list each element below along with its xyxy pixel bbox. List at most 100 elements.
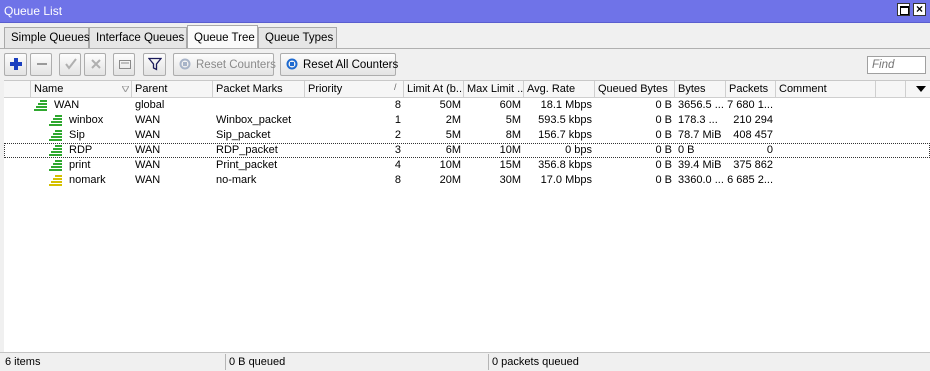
cell-packet-marks: Sip_packet (216, 129, 271, 141)
cell-priority: 3 (394, 144, 401, 156)
table-header: Name Parent Packet Marks Priority Limit … (4, 81, 930, 98)
comment-button[interactable] (113, 53, 135, 76)
cell-max-limit: 8M (505, 129, 521, 141)
disable-button[interactable] (84, 53, 106, 76)
header-queued-bytes[interactable]: Queued Bytes (595, 81, 675, 97)
cell-priority: 8 (394, 174, 401, 186)
cell-name: RDP (69, 144, 93, 156)
reset-all-counters-button[interactable]: Reset All Counters (280, 53, 399, 76)
cell-packet-marks: RDP_packet (216, 144, 278, 156)
cell-priority: 2 (394, 129, 401, 141)
cell-queued-bytes: 0 B (655, 99, 672, 111)
header-packet-marks[interactable]: Packet Marks (213, 81, 305, 97)
header-filler (876, 81, 906, 97)
cell-limit-at: 6M (445, 144, 461, 156)
remove-button[interactable] (30, 53, 52, 76)
cell-parent: WAN (135, 174, 161, 186)
filter-icon (148, 57, 162, 71)
reset-all-counters-label: Reset All Counters (303, 59, 399, 71)
cell-packets: 375 862 (733, 159, 773, 171)
cell-limit-at: 5M (445, 129, 461, 141)
cell-priority: 4 (394, 159, 401, 171)
status-queued-bytes: 0 B queued (229, 356, 286, 368)
status-divider (488, 354, 489, 370)
cell-parent: WAN (135, 114, 161, 126)
filter-button[interactable] (143, 53, 166, 76)
queue-green-icon (49, 130, 62, 141)
enable-button[interactable] (59, 53, 81, 76)
maximize-button[interactable] (897, 3, 910, 16)
header-name[interactable]: Name (31, 81, 132, 97)
status-divider (225, 354, 226, 370)
cell-queued-bytes: 0 B (655, 114, 672, 126)
queue-table: Name Parent Packet Marks Priority Limit … (4, 80, 930, 352)
plus-icon (10, 58, 22, 70)
table-row[interactable]: nomark WAN no-mark 8 20M 30M 17.0 Mbps 0 B 3360.… (4, 173, 930, 188)
cell-comment (776, 173, 876, 188)
table-row[interactable]: WAN global 8 50M 60M 18.1 Mbps 0 B 3656.5 ... 7 … (4, 98, 930, 113)
window-title: Queue List (4, 4, 63, 18)
sort-arrow-icon (122, 86, 129, 92)
header-avg-rate[interactable]: Avg. Rate (524, 81, 595, 97)
status-bar: 6 items 0 B queued 0 packets queued (0, 352, 930, 371)
header-comment[interactable]: Comment (776, 81, 876, 97)
table-row[interactable]: Sip WAN Sip_packet 2 5M 8M 156.7 kbps 0 B 78.7 M… (4, 128, 930, 143)
cell-avg-rate: 17.0 Mbps (540, 174, 592, 186)
queue-yellow-icon (49, 175, 62, 186)
tab-simple-queues[interactable]: Simple Queues (4, 27, 90, 48)
cell-comment (776, 158, 876, 173)
reset-counters-button[interactable]: Reset Counters (173, 53, 276, 76)
cell-limit-at: 10M (439, 159, 461, 171)
cell-limit-at: 2M (445, 114, 461, 126)
cell-packet-marks (213, 98, 305, 113)
reset-all-icon (286, 58, 298, 70)
cell-limit-at: 20M (439, 174, 461, 186)
cell-avg-rate: 593.5 kbps (538, 114, 592, 126)
cell-avg-rate: 156.7 kbps (538, 129, 592, 141)
cell-bytes: 178.3 ... (678, 114, 718, 126)
tab-queue-types[interactable]: Queue Types (258, 27, 337, 48)
minus-icon (37, 63, 47, 65)
table-row[interactable]: winbox WAN Winbox_packet 1 2M 5M 593.5 kbps 0 B… (4, 113, 930, 128)
cell-max-limit: 30M (499, 174, 521, 186)
cell-priority: 8 (394, 99, 401, 111)
header-max-limit[interactable]: Max Limit ... (464, 81, 524, 97)
tab-queue-tree[interactable]: Queue Tree (187, 25, 258, 49)
title-bar: Queue List × (0, 0, 930, 23)
header-packets[interactable]: Packets (726, 81, 776, 97)
cell-priority: 1 (394, 114, 401, 126)
cell-packet-marks: no-mark (216, 174, 257, 186)
header-parent[interactable]: Parent (132, 81, 213, 97)
find-input[interactable] (867, 56, 926, 74)
cell-parent: global (135, 99, 165, 111)
cell-packets: 0 (766, 144, 773, 156)
header-priority[interactable]: Priority (305, 81, 404, 97)
header-bytes[interactable]: Bytes (675, 81, 726, 97)
status-item-count: 6 items (5, 356, 41, 368)
cell-name: print (69, 159, 91, 171)
tab-interface-queues[interactable]: Interface Queues (89, 27, 187, 48)
cell-comment (776, 113, 876, 128)
check-icon (65, 58, 77, 70)
sort-indicator-icon: / (394, 82, 397, 92)
add-button[interactable] (4, 53, 27, 76)
cell-limit-at: 50M (439, 99, 461, 111)
cell-comment (776, 128, 876, 143)
table-row[interactable]: RDP WAN RDP_packet 3 6M 10M 0 bps 0 B 0 B 0 (4, 143, 930, 158)
cell-bytes: 3360.0 ... (678, 174, 724, 186)
cell-avg-rate: 0 bps (565, 144, 592, 156)
cell-name: nomark (69, 174, 106, 186)
queue-green-icon (49, 160, 62, 171)
cell-queued-bytes: 0 B (655, 159, 672, 171)
cell-comment (776, 143, 876, 158)
cell-bytes: 3656.5 ... (678, 99, 724, 111)
cell-parent: WAN (135, 129, 161, 141)
reset-icon (179, 58, 191, 70)
cell-bytes: 78.7 MiB (678, 129, 722, 141)
column-menu-arrow-icon[interactable] (916, 86, 926, 92)
close-button[interactable]: × (913, 3, 926, 16)
cell-max-limit: 60M (499, 99, 521, 111)
cross-icon (91, 59, 101, 69)
header-limit-at[interactable]: Limit At (b... (404, 81, 464, 97)
table-row[interactable]: print WAN Print_packet 4 10M 15M 356.8 kbps 0 B… (4, 158, 930, 173)
